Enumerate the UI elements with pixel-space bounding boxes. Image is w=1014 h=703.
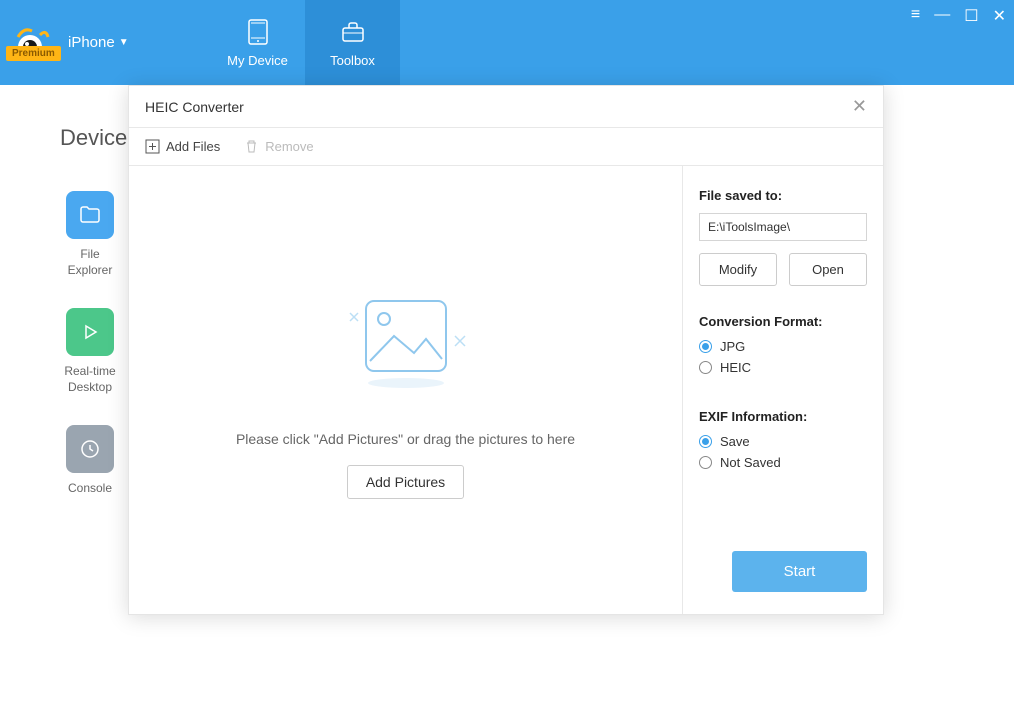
radio-not-saved[interactable]: Not Saved (699, 455, 867, 470)
bg-item-realtime-desktop[interactable]: Real-timeDesktop (60, 308, 120, 395)
remove-button: Remove (244, 139, 313, 154)
window-controls: ≡ — ☐ ✕ (911, 6, 1006, 26)
bg-item-label: Real-timeDesktop (64, 364, 115, 395)
open-button[interactable]: Open (789, 253, 867, 286)
radio-save[interactable]: Save (699, 434, 867, 449)
logo-area: Premium iPhone ▼ (0, 0, 210, 85)
app-header: Premium iPhone ▼ My Device Toolbox ≡ (0, 0, 1014, 85)
file-saved-to-label: File saved to: (699, 188, 867, 203)
radio-label: Not Saved (720, 455, 781, 470)
device-selector[interactable]: iPhone ▼ (68, 34, 129, 51)
clock-icon (66, 425, 114, 473)
radio-label: JPG (720, 339, 745, 354)
tab-label: My Device (227, 53, 288, 68)
tab-toolbox[interactable]: Toolbox (305, 0, 400, 85)
modify-button[interactable]: Modify (699, 253, 777, 286)
radio-label: HEIC (720, 360, 751, 375)
image-placeholder-icon (326, 281, 486, 401)
radio-icon (699, 435, 712, 448)
add-pictures-button[interactable]: Add Pictures (347, 465, 464, 499)
menu-icon[interactable]: ≡ (911, 6, 920, 26)
tab-label: Toolbox (330, 53, 375, 68)
plus-icon (145, 139, 160, 154)
conversion-format-label: Conversion Format: (699, 314, 867, 329)
folder-icon (66, 191, 114, 239)
save-path-input[interactable] (699, 213, 867, 241)
minimize-icon[interactable]: — (934, 6, 950, 26)
bg-item-console[interactable]: Console (60, 425, 120, 497)
remove-label: Remove (265, 139, 313, 154)
radio-heic[interactable]: HEIC (699, 360, 867, 375)
radio-jpg[interactable]: JPG (699, 339, 867, 354)
maximize-icon[interactable]: ☐ (964, 6, 978, 26)
radio-label: Save (720, 434, 750, 449)
bg-item-file-explorer[interactable]: FileExplorer (60, 191, 120, 278)
exif-radio-group: Save Not Saved (699, 434, 867, 476)
format-radio-group: JPG HEIC (699, 339, 867, 381)
drop-area[interactable]: Please click "Add Pictures" or drag the … (129, 166, 683, 614)
caret-down-icon: ▼ (119, 37, 129, 48)
trash-icon (244, 139, 259, 154)
modal-header: HEIC Converter ✕ (129, 86, 883, 128)
exif-info-label: EXIF Information: (699, 409, 867, 424)
tab-my-device[interactable]: My Device (210, 0, 305, 85)
nav-tabs: My Device Toolbox (210, 0, 400, 85)
close-icon[interactable]: ✕ (993, 6, 1006, 26)
play-icon (66, 308, 114, 356)
radio-icon (699, 340, 712, 353)
add-files-button[interactable]: Add Files (145, 139, 220, 154)
modal-close-icon[interactable]: ✕ (852, 96, 867, 117)
toolbox-icon (338, 17, 368, 47)
side-panel: File saved to: Modify Open Conversion Fo… (683, 166, 883, 614)
start-button[interactable]: Start (732, 551, 867, 592)
radio-icon (699, 361, 712, 374)
premium-badge: Premium (6, 46, 61, 61)
heic-converter-modal: HEIC Converter ✕ Add Files Remove Please… (128, 85, 884, 615)
tablet-icon (243, 17, 273, 47)
bg-item-label: Console (68, 481, 112, 497)
bg-item-label: FileExplorer (68, 247, 113, 278)
drop-instruction: Please click "Add Pictures" or drag the … (236, 431, 575, 447)
modal-toolbar: Add Files Remove (129, 128, 883, 166)
add-files-label: Add Files (166, 139, 220, 154)
modal-title: HEIC Converter (145, 99, 244, 115)
radio-icon (699, 456, 712, 469)
device-name: iPhone (68, 34, 115, 51)
